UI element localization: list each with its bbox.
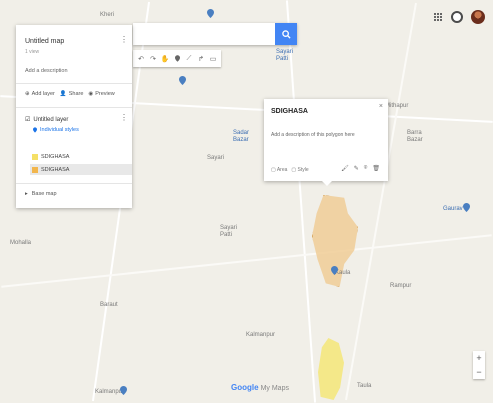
avatar[interactable] <box>471 10 485 24</box>
map-title[interactable]: Untitled map <box>25 38 64 45</box>
layer-header[interactable]: ☑ Untitled layer <box>25 116 68 124</box>
map-pin-icon[interactable] <box>331 266 338 275</box>
paint-icon[interactable]: 🖌 <box>341 165 349 172</box>
settings-icon[interactable] <box>451 11 463 23</box>
apps-grid-icon[interactable] <box>434 12 443 22</box>
google-logo: Google My Maps <box>231 383 289 392</box>
place-label: Sayari <box>207 155 225 161</box>
edit-icon[interactable]: ✎ <box>354 165 359 172</box>
place-label: Gaurav <box>443 206 463 212</box>
place-label: Mohalla <box>10 240 32 246</box>
map-pin-icon[interactable] <box>207 9 214 18</box>
road <box>1 234 492 288</box>
feature-title[interactable]: SDIGHASA <box>271 108 308 115</box>
search-bar <box>133 23 297 45</box>
share-icon: 👤 <box>59 91 67 97</box>
brand-name: Google <box>231 383 259 392</box>
undo-icon[interactable]: ↶ <box>135 52 147 65</box>
add-layer-button[interactable]: ⊕ Add layer <box>25 91 55 97</box>
place-label: Baraut <box>100 302 118 308</box>
place-label: Kheri <box>100 12 115 18</box>
zoom-control: + − <box>473 351 485 379</box>
zoom-in-button[interactable]: + <box>473 351 485 365</box>
layer-item-selected[interactable]: SDIGHASA <box>30 164 132 175</box>
feature-footer: ▢ Area ▢ Style <box>271 167 309 173</box>
hand-icon[interactable]: ✋ <box>159 52 171 65</box>
share-button[interactable]: 👤 Share <box>60 91 84 97</box>
layer-checkbox-icon[interactable]: ☑ <box>25 116 30 123</box>
product-name: My Maps <box>260 385 289 392</box>
place-label: Sayari Patti <box>220 225 238 238</box>
add-marker-icon[interactable] <box>171 52 183 65</box>
zoom-out-button[interactable]: − <box>473 365 485 379</box>
divider <box>16 83 132 84</box>
polygon-sdighasa-south[interactable] <box>318 338 344 400</box>
close-icon[interactable]: × <box>379 103 383 110</box>
layer-style-link[interactable]: Individual styles <box>33 127 79 133</box>
search-button[interactable] <box>275 23 297 45</box>
polygon-color-swatch <box>32 166 38 173</box>
place-label: Sayari Patti <box>276 49 294 62</box>
camera-icon[interactable]: ⌾ <box>364 165 368 172</box>
place-label: Rampur <box>390 283 412 289</box>
place-label: Taula <box>357 383 372 389</box>
map-description[interactable]: Add a description <box>25 68 68 74</box>
layer-options-icon[interactable]: ⋮ <box>120 114 128 122</box>
divider <box>16 183 132 184</box>
place-label: Mithapur <box>385 103 409 109</box>
feature-description[interactable]: Add a description of this polygon here <box>271 132 355 138</box>
map-views: 1 view <box>25 49 40 55</box>
area-info: ▢ Area <box>271 167 288 173</box>
ruler-icon[interactable]: ▭ <box>207 52 219 65</box>
basemap-arrow-icon: ▸ <box>25 191 28 197</box>
search-icon <box>281 29 291 39</box>
feature-actions: 🖌 ✎ ⌾ 🗑 <box>341 165 380 172</box>
map-pin-icon[interactable] <box>120 386 127 395</box>
map-pin-icon[interactable] <box>179 76 186 85</box>
divider <box>16 107 132 108</box>
map-toolbar: ↶ ↷ ✋ ⟋ ↱ ▭ <box>133 50 221 67</box>
delete-icon[interactable]: 🗑 <box>372 165 380 172</box>
place-label: Kalmanpur <box>246 332 276 338</box>
basemap-toggle[interactable]: ▸ Base map <box>25 191 57 197</box>
place-label: Sadar Bazar <box>233 130 250 143</box>
style-info: ▢ Style <box>291 167 309 173</box>
card-pointer <box>322 181 332 186</box>
map-legend-panel: Untitled map 1 view ⋮ Add a description … <box>16 25 132 208</box>
feature-info-card: SDIGHASA × Add a description of this pol… <box>264 99 388 186</box>
map-options-icon[interactable]: ⋮ <box>120 36 128 44</box>
route-icon[interactable]: ↱ <box>195 52 207 65</box>
preview-button[interactable]: ◉ Preview <box>88 91 114 97</box>
road <box>345 2 417 401</box>
style-pin-icon <box>33 127 37 133</box>
redo-icon[interactable]: ↷ <box>147 52 159 65</box>
preview-icon: ◉ <box>88 91 94 97</box>
account-area <box>434 10 485 24</box>
place-label: Barra Bazar <box>407 130 423 143</box>
layer-name[interactable]: Untitled layer <box>33 117 68 123</box>
panel-actions: ⊕ Add layer 👤 Share ◉ Preview <box>25 91 115 97</box>
polygon-color-swatch <box>32 153 38 160</box>
search-input[interactable] <box>133 23 275 45</box>
add-layer-icon: ⊕ <box>25 91 30 97</box>
map-pin-icon[interactable] <box>463 203 470 212</box>
draw-line-icon[interactable]: ⟋ <box>183 52 195 65</box>
layer-item[interactable]: SDIGHASA <box>30 151 132 162</box>
